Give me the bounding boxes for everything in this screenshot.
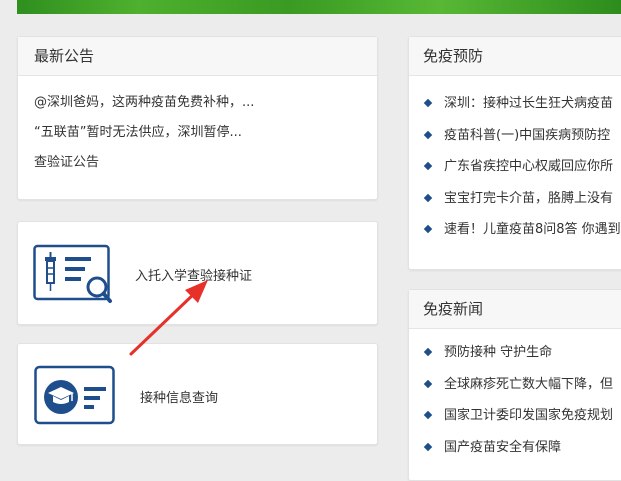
bullet-icon — [423, 379, 433, 388]
bullet-icon — [423, 193, 433, 202]
bullet-icon — [423, 410, 433, 420]
top-banner — [17, 0, 621, 14]
bullet-icon — [423, 347, 433, 357]
prevention-item[interactable]: 宝宝打完卡介苗，胳膊上没有 — [423, 183, 621, 215]
school-vaccination-check-card[interactable]: 入托入学查验接种证 — [17, 221, 378, 325]
vaccination-info-query-card[interactable]: 接种信息查询 — [17, 343, 378, 445]
news-item-text: 预防接种 守护生命 — [444, 345, 553, 360]
school-vaccination-check-label: 入托入学查验接种证 — [135, 269, 253, 284]
prevention-list: 深圳：接种过长生狂犬病疫苗 疫苗科普(一)中国疾病预防控 广东省疾控中心权威回应… — [409, 76, 621, 246]
bullet-icon — [423, 98, 433, 108]
news-item[interactable]: 国产疫苗安全有保障 — [423, 432, 621, 464]
prevention-item[interactable]: 速看！儿童疫苗8问8答 你遇到 — [423, 214, 621, 246]
prevention-item-text: 宝宝打完卡介苗，胳膊上没有 — [444, 190, 614, 206]
bullet-icon — [423, 130, 433, 139]
news-card: 免疫新闻 预防接种 守护生命 全球麻疹死亡数大幅下降，但 国家卫计委印发国家免疫… — [408, 289, 621, 481]
vaccination-info-query-label: 接种信息查询 — [140, 391, 219, 406]
news-item-text: 国家卫计委印发国家免疫规划 — [444, 408, 614, 423]
prevention-item-text: 深圳：接种过长生狂犬病疫苗 — [444, 96, 614, 111]
bullet-icon — [423, 224, 433, 234]
news-item-text: 全球麻疹死亡数大幅下降，但 — [444, 376, 614, 392]
notice-item[interactable]: @深圳爸妈，这两种疫苗免费补种，... — [34, 88, 361, 118]
notice-item[interactable]: 查验证公告 — [34, 148, 361, 178]
prevention-item-text: 广东省疾控中心权威回应你所 — [444, 159, 614, 174]
notice-list: @深圳爸妈，这两种疫苗免费补种，... “五联苗”暂时无法供应，深圳暂停... … — [18, 76, 377, 178]
prevention-item[interactable]: 疫苗科普(一)中国疾病预防控 — [423, 120, 621, 152]
notice-item[interactable]: “五联苗”暂时无法供应，深圳暂停... — [34, 118, 361, 148]
prevention-item-text: 疫苗科普(一)中国疾病预防控 — [444, 127, 611, 143]
vaccine-certificate-icon — [33, 243, 113, 309]
news-card-title: 免疫新闻 — [409, 290, 621, 329]
news-item-text: 国产疫苗安全有保障 — [444, 439, 562, 455]
prevention-card-title: 免疫预防 — [409, 37, 621, 76]
news-item[interactable]: 预防接种 守护生命 — [423, 337, 621, 369]
notice-card-title: 最新公告 — [18, 37, 377, 76]
bullet-icon — [423, 442, 433, 451]
prevention-item-text: 速看！儿童疫苗8问8答 你遇到 — [444, 222, 621, 237]
news-list: 预防接种 守护生命 全球麻疹死亡数大幅下降，但 国家卫计委印发国家免疫规划 国产… — [409, 329, 621, 463]
news-item[interactable]: 国家卫计委印发国家免疫规划 — [423, 400, 621, 432]
graduation-card-icon — [34, 365, 116, 431]
prevention-card: 免疫预防 深圳：接种过长生狂犬病疫苗 疫苗科普(一)中国疾病预防控 广东省疾控中… — [408, 36, 621, 270]
news-item[interactable]: 全球麻疹死亡数大幅下降，但 — [423, 369, 621, 401]
notice-card: 最新公告 @深圳爸妈，这两种疫苗免费补种，... “五联苗”暂时无法供应，深圳暂… — [17, 36, 378, 200]
prevention-item[interactable]: 深圳：接种过长生狂犬病疫苗 — [423, 88, 621, 120]
prevention-item[interactable]: 广东省疾控中心权威回应你所 — [423, 151, 621, 183]
bullet-icon — [423, 161, 433, 171]
